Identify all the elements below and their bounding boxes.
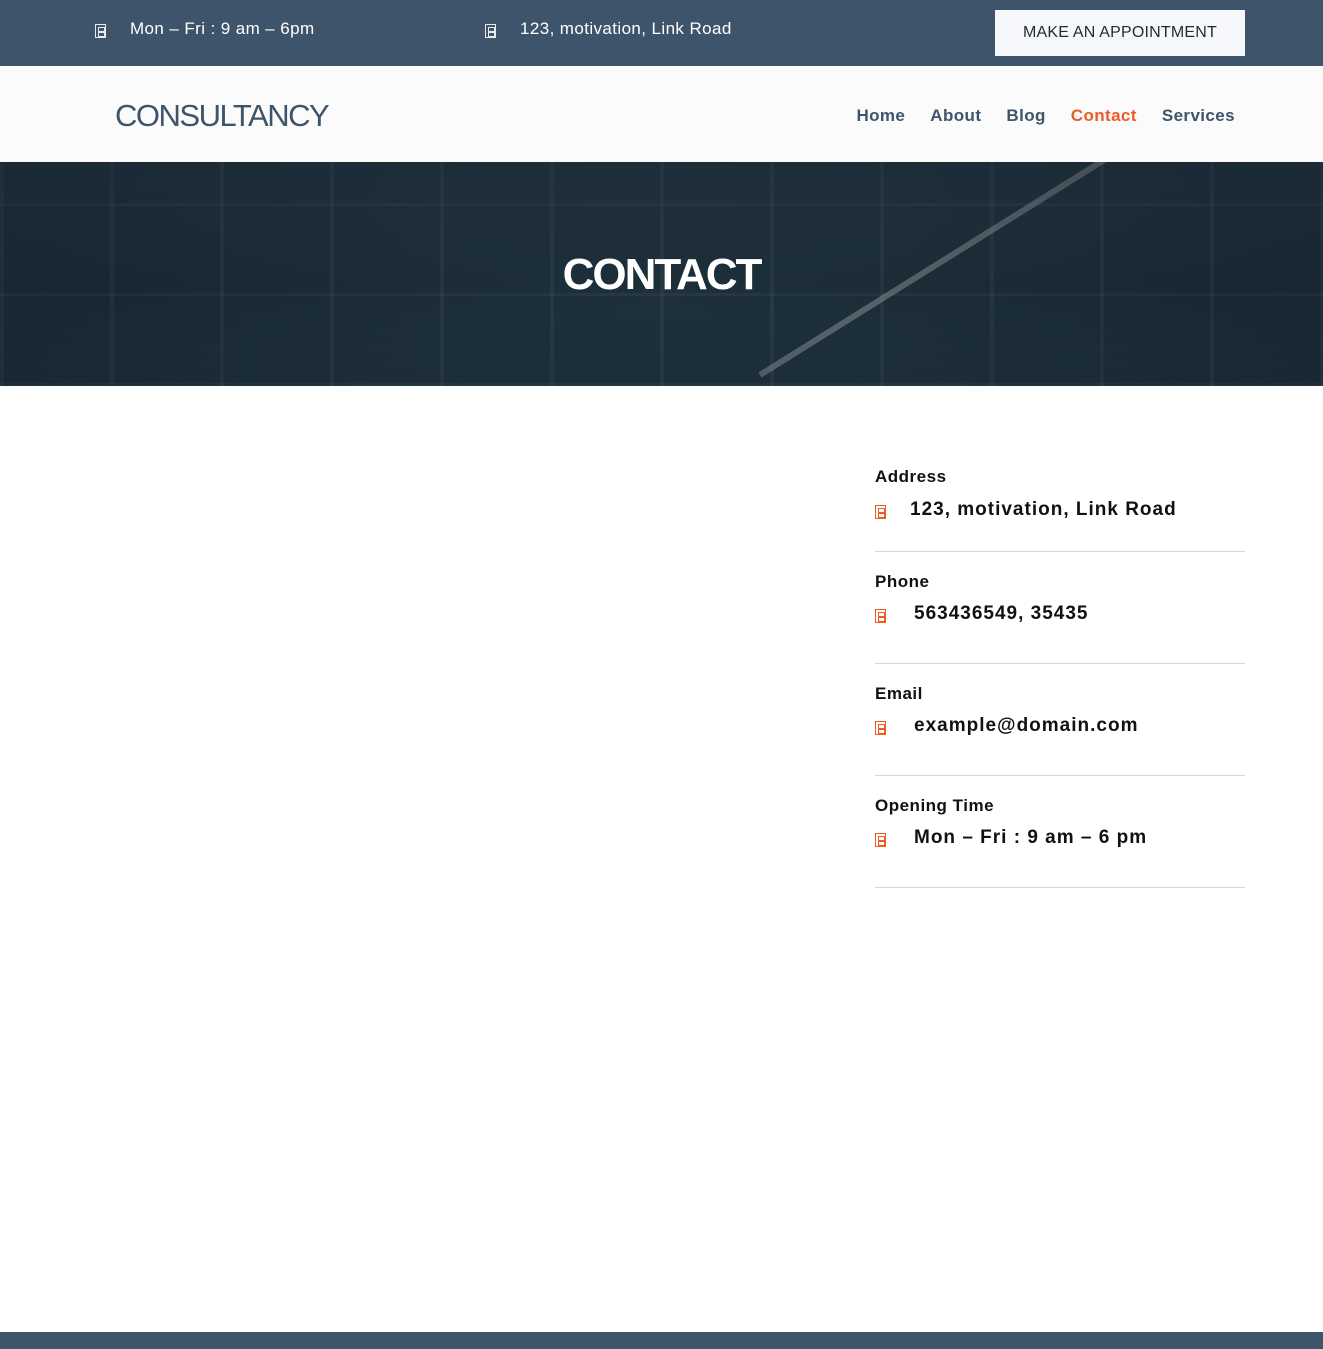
nav-about[interactable]: About xyxy=(930,106,981,126)
address-label: Address xyxy=(875,467,947,486)
clock-icon xyxy=(95,23,106,38)
email-row: example@domain.com xyxy=(875,715,1138,737)
opening-row: Mon – Fri : 9 am – 6 pm xyxy=(875,827,1147,849)
address-value: 123, motivation, Link Road xyxy=(910,499,1177,520)
hero-banner: CONTACT xyxy=(0,162,1323,386)
envelope-icon xyxy=(875,721,886,735)
site-footer xyxy=(0,1332,1323,1349)
contact-email-block: Email example@domain.com xyxy=(875,664,1245,776)
contact-info-panel: Address 123, motivation, Link Road Phone… xyxy=(875,448,1245,888)
opening-label: Opening Time xyxy=(875,796,995,815)
opening-value: Mon – Fri : 9 am – 6 pm xyxy=(914,827,1148,848)
contact-phone-block: Phone 563436549, 35435 xyxy=(875,552,1245,664)
phone-row: 563436549, 35435 xyxy=(875,603,1089,625)
clock-icon xyxy=(875,833,886,847)
topbar-address-text: 123, motivation, Link Road xyxy=(520,19,732,38)
nav-services[interactable]: Services xyxy=(1162,106,1235,126)
phone-icon xyxy=(875,609,886,623)
topbar-hours-text: Mon – Fri : 9 am – 6pm xyxy=(130,19,315,38)
nav-home[interactable]: Home xyxy=(856,106,905,126)
contact-opening-block: Opening Time Mon – Fri : 9 am – 6 pm xyxy=(875,776,1245,888)
topbar-hours: Mon – Fri : 9 am – 6pm xyxy=(95,19,315,39)
main-nav: Home About Blog Contact Services xyxy=(831,106,1235,126)
contact-address-block: Address 123, motivation, Link Road xyxy=(875,448,1245,552)
email-label: Email xyxy=(875,684,923,703)
nav-blog[interactable]: Blog xyxy=(1006,106,1045,126)
page-title: CONTACT xyxy=(562,250,763,299)
top-bar: Mon – Fri : 9 am – 6pm 123, motivation, … xyxy=(0,0,1323,66)
phone-label: Phone xyxy=(875,572,930,591)
address-row: 123, motivation, Link Road xyxy=(875,499,1177,521)
phone-value[interactable]: 563436549, 35435 xyxy=(914,603,1089,625)
email-value[interactable]: example@domain.com xyxy=(914,715,1138,737)
nav-contact[interactable]: Contact xyxy=(1071,106,1137,126)
topbar-address: 123, motivation, Link Road xyxy=(485,19,732,39)
location-icon xyxy=(485,23,496,38)
location-icon xyxy=(875,505,886,519)
make-appointment-button[interactable]: MAKE AN APPOINTMENT xyxy=(995,10,1245,56)
site-logo[interactable]: CONSULTANCY xyxy=(115,98,330,134)
site-header: CONSULTANCY Home About Blog Contact Serv… xyxy=(0,66,1323,162)
